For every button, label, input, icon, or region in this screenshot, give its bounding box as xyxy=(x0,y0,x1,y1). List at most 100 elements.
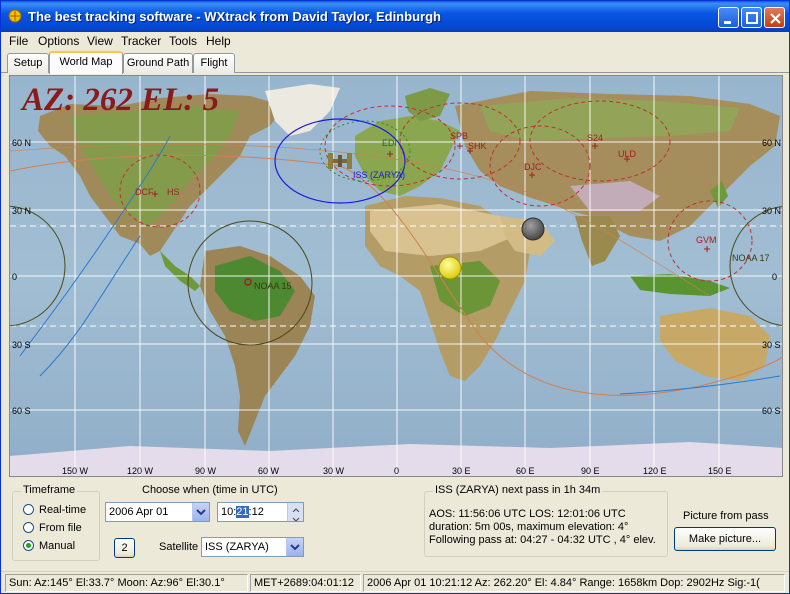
lon-label-60w: 60 W xyxy=(258,466,280,476)
spin-down-icon xyxy=(292,517,300,522)
lon-label-120e: 120 E xyxy=(643,466,667,476)
satellite-combo[interactable]: ISS (ZARYA) xyxy=(201,537,304,557)
menu-view[interactable]: View xyxy=(87,34,113,48)
lat-label-30s-left: 30 S xyxy=(12,340,31,350)
lon-label-60e: 60 E xyxy=(516,466,535,476)
window-title: The best tracking software - WXtrack fro… xyxy=(28,9,441,24)
menu-tracker[interactable]: Tracker xyxy=(121,34,161,48)
menu-help[interactable]: Help xyxy=(206,34,231,48)
menu-bar: File Options View Tracker Tools Help xyxy=(1,32,789,50)
pass-duration: duration: 5m 00s, maximum elevation: 4° xyxy=(429,521,629,533)
lon-label-150w: 150 W xyxy=(62,466,89,476)
station-label-dcf: DCF xyxy=(135,187,154,197)
station-label-s24: S24 xyxy=(587,133,604,143)
station-label-edi: EDI xyxy=(382,138,398,148)
lon-label-150e: 150 E xyxy=(708,466,732,476)
tab-ground-path[interactable]: Ground Path xyxy=(123,53,193,73)
lat-label-30s-right: 30 S xyxy=(762,340,781,350)
date-dropdown-button[interactable] xyxy=(192,503,209,521)
lon-label-90w: 90 W xyxy=(195,466,217,476)
date-combo[interactable]: 2006 Apr 01 xyxy=(105,502,210,522)
satellite-dropdown-button[interactable] xyxy=(286,538,303,556)
lat-label-30n-right: 30 N xyxy=(762,206,782,216)
lat-label-30n-left: 30 N xyxy=(12,206,32,216)
close-icon xyxy=(770,13,781,24)
make-picture-button[interactable]: Make picture... xyxy=(674,527,776,551)
pass-aos-los: AOS: 11:56:06 UTC LOS: 12:01:06 UTC xyxy=(429,508,626,520)
control-panel: Timeframe Real-time From file Manual Cho… xyxy=(1,477,789,571)
lon-label-90e: 90 E xyxy=(581,466,600,476)
menu-options[interactable]: Options xyxy=(38,34,79,48)
spinner-up-button[interactable] xyxy=(287,503,303,513)
pass-following: Following pass at: 04:27 - 04:32 UTC , 4… xyxy=(429,534,656,546)
az-el-readout: AZ: 262 EL: 5 xyxy=(22,82,220,118)
satellite-label-noaa15: NOAA 15 xyxy=(254,281,292,291)
status-sun-moon: Sun: Az:145° El:33.7° Moon: Az:96° El:30… xyxy=(5,574,248,592)
next-pass-group: ISS (ZARYA) next pass in 1h 34m AOS: 11:… xyxy=(424,484,668,557)
app-icon xyxy=(8,9,22,23)
radio-realtime-circle[interactable] xyxy=(23,504,34,515)
picture-from-pass-label: Picture from pass xyxy=(683,510,769,522)
lon-label-30w: 30 W xyxy=(323,466,345,476)
status-bar: Sun: Az:145° El:33.7° Moon: Az:96° El:30… xyxy=(1,571,789,593)
timeframe-title: Timeframe xyxy=(21,484,78,496)
satellite-label: Satellite xyxy=(159,541,199,553)
station-label-uld: ULD xyxy=(618,149,637,159)
iss-satellite-icon xyxy=(328,153,352,169)
tab-world-map[interactable]: World Map xyxy=(49,51,123,74)
menu-tools[interactable]: Tools xyxy=(169,34,197,48)
tab-setup[interactable]: Setup xyxy=(7,53,49,73)
step-button[interactable]: 2 xyxy=(114,538,135,558)
world-map[interactable]: AZ: 262 EL: 5 60 N 30 N 0 30 S 60 S 60 N… xyxy=(9,75,783,477)
choose-when-title: Choose when (time in UTC) xyxy=(142,484,278,496)
lon-label-30e: 30 E xyxy=(452,466,471,476)
satellite-value: ISS (ZARYA) xyxy=(205,541,269,553)
radio-from-file-label: From file xyxy=(39,522,82,534)
minimize-icon xyxy=(724,21,731,24)
satellite-label-iss: ISS (ZARYA) xyxy=(353,170,406,180)
satellite-label-noaa17: NOAA 17 xyxy=(732,253,770,263)
status-met: MET+2689:04:01:12 xyxy=(250,574,361,592)
moon-icon xyxy=(521,217,545,241)
lat-label-60n-left: 60 N xyxy=(12,138,32,148)
station-label-hs: HS xyxy=(167,187,180,197)
lat-label-0-left: 0 xyxy=(12,272,18,282)
minimize-button[interactable] xyxy=(718,7,739,28)
world-map-canvas xyxy=(10,76,782,476)
chevron-down-icon xyxy=(290,544,300,551)
radio-manual-circle[interactable] xyxy=(23,540,34,551)
tab-strip: Setup World Map Ground Path Flight xyxy=(1,50,789,74)
close-button[interactable] xyxy=(764,7,785,28)
radio-realtime[interactable]: Real-time xyxy=(23,504,86,516)
time-hours: 10: xyxy=(221,506,237,518)
next-pass-title: ISS (ZARYA) next pass in 1h 34m xyxy=(433,484,603,496)
maximize-icon xyxy=(746,12,758,24)
radio-manual-label: Manual xyxy=(39,540,76,552)
time-spinner[interactable]: 10:21:12 xyxy=(217,502,304,522)
tab-flight[interactable]: Flight xyxy=(193,53,235,73)
station-label-spb: SPB xyxy=(450,131,469,141)
lon-label-120w: 120 W xyxy=(127,466,154,476)
date-value: 2006 Apr 01 xyxy=(109,506,169,518)
lat-label-60s-right: 60 S xyxy=(762,406,781,416)
status-info: 2006 Apr 01 10:21:12 Az: 262.20° El: 4.8… xyxy=(363,574,785,592)
lat-label-0-right: 0 xyxy=(772,272,778,282)
station-label-shk: SHK xyxy=(468,141,487,151)
maximize-button[interactable] xyxy=(741,7,762,28)
menu-file[interactable]: File xyxy=(9,34,28,48)
station-label-gvm: GVM xyxy=(696,235,717,245)
chevron-down-icon xyxy=(196,509,206,516)
lon-label-0: 0 xyxy=(394,466,400,476)
spinner-down-button[interactable] xyxy=(287,512,303,522)
radio-manual[interactable]: Manual xyxy=(23,540,75,552)
radio-from-file-circle[interactable] xyxy=(23,522,34,533)
app-window: The best tracking software - WXtrack fro… xyxy=(0,0,790,594)
time-seconds: :12 xyxy=(248,506,264,518)
lat-label-60n-right: 60 N xyxy=(762,138,782,148)
radio-realtime-label: Real-time xyxy=(39,504,87,516)
radio-from-file[interactable]: From file xyxy=(23,522,82,534)
lat-label-60s-left: 60 S xyxy=(12,406,31,416)
time-minutes-selected[interactable]: 21 xyxy=(236,506,249,518)
title-bar[interactable]: The best tracking software - WXtrack fro… xyxy=(1,1,789,32)
sun-icon xyxy=(438,256,462,280)
